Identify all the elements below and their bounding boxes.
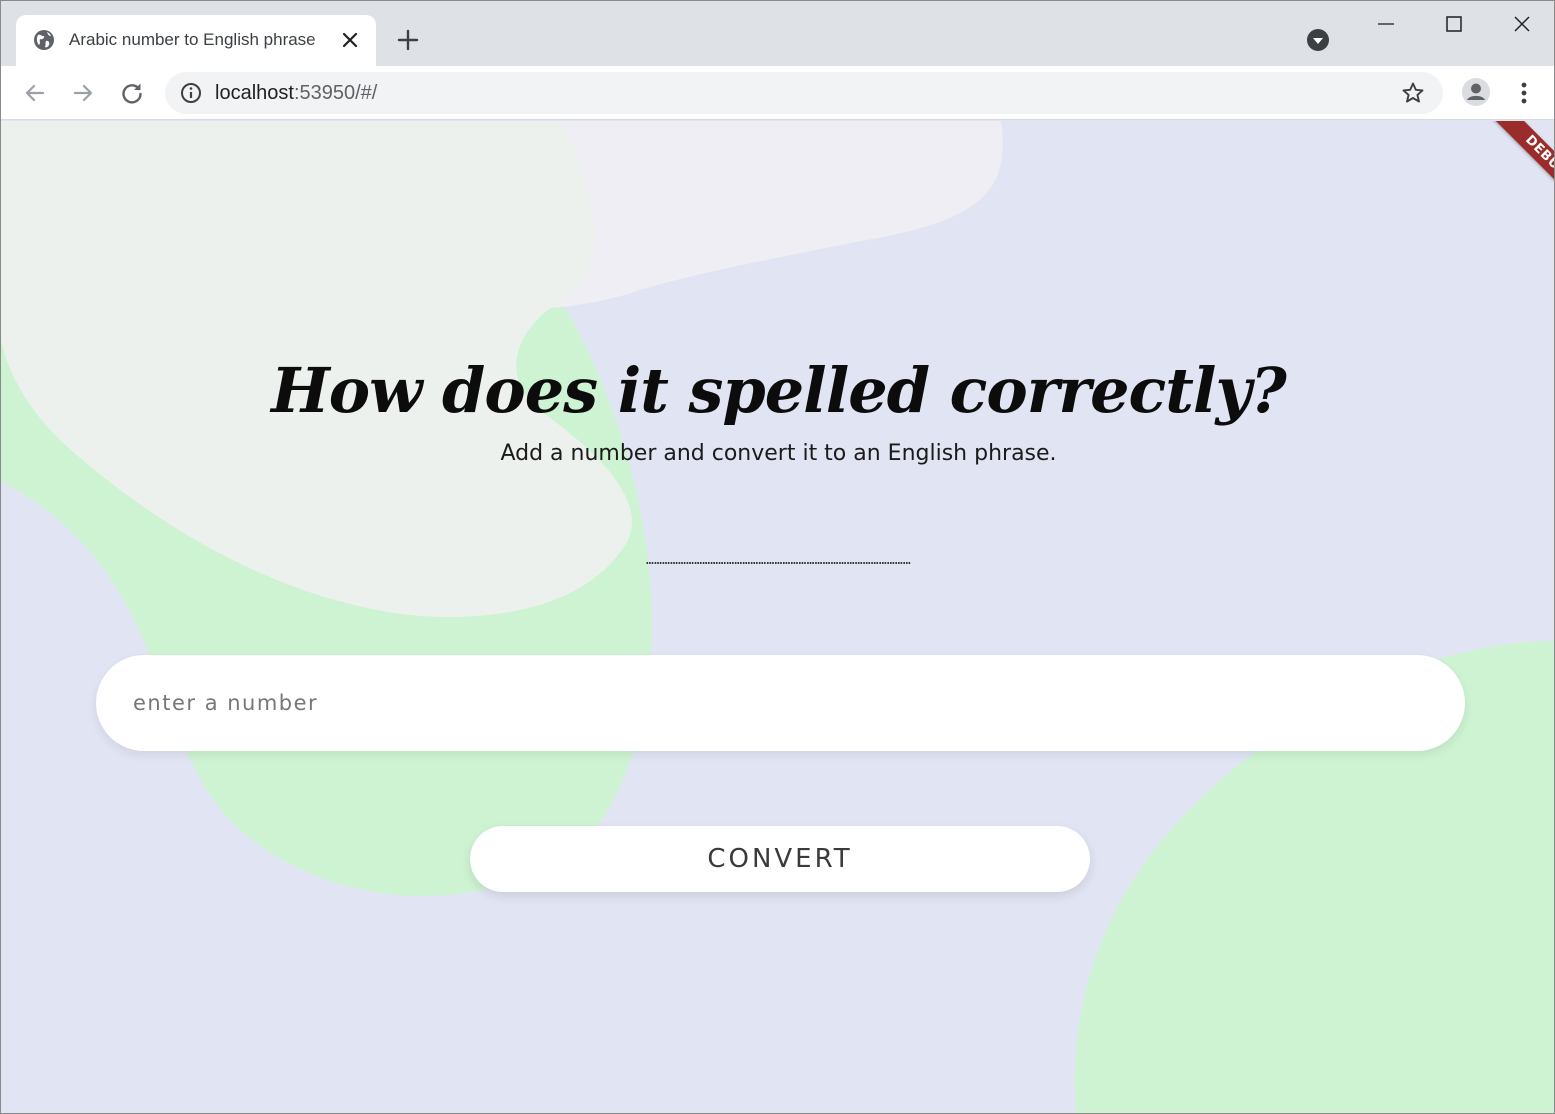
- browser-window: Arabic number to English phrase localhos…: [0, 0, 1555, 1114]
- close-icon[interactable]: [339, 29, 361, 51]
- page-subtitle: Add a number and convert it to an Englis…: [500, 441, 1057, 466]
- tab-title: Arabic number to English phrase: [69, 30, 316, 49]
- kebab-menu-icon[interactable]: [1511, 79, 1537, 107]
- person-icon[interactable]: [1461, 77, 1491, 107]
- number-input[interactable]: [96, 655, 1465, 751]
- arrow-right-icon[interactable]: [69, 79, 97, 107]
- url-path: :53950/#/: [293, 82, 378, 104]
- url-host: localhost: [215, 82, 294, 104]
- chevron-down-circle-icon[interactable]: [1306, 28, 1330, 52]
- browser-tab[interactable]: Arabic number to English phrase: [16, 15, 376, 66]
- close-icon[interactable]: [1507, 11, 1537, 37]
- star-icon[interactable]: [1401, 81, 1425, 105]
- convert-button[interactable]: CONVERT: [470, 826, 1090, 892]
- globe-icon: [34, 30, 54, 50]
- maximize-icon[interactable]: [1439, 11, 1469, 37]
- minimize-icon[interactable]: [1371, 11, 1401, 37]
- debug-ribbon-text: DEBUG: [1492, 121, 1554, 211]
- page-viewport: DEBUG How does it spelled correctly? Add…: [1, 121, 1554, 1113]
- page-title: How does it spelled correctly?: [271, 354, 1287, 427]
- background-blobs: [1, 121, 1554, 1113]
- result-output: ………………………………………………………………………………………: [646, 553, 911, 568]
- arrow-left-icon[interactable]: [21, 79, 49, 107]
- plus-icon[interactable]: [395, 27, 421, 53]
- tab-strip: Arabic number to English phrase: [1, 1, 1554, 66]
- debug-banner: DEBUG: [1476, 121, 1554, 233]
- address-bar[interactable]: localhost:53950/#/: [165, 72, 1443, 114]
- tab-title-fade: [311, 25, 341, 55]
- reload-icon[interactable]: [118, 79, 146, 107]
- info-icon[interactable]: [180, 82, 202, 104]
- browser-toolbar: localhost:53950/#/: [1, 66, 1554, 120]
- address-url[interactable]: localhost:53950/#/: [215, 81, 377, 105]
